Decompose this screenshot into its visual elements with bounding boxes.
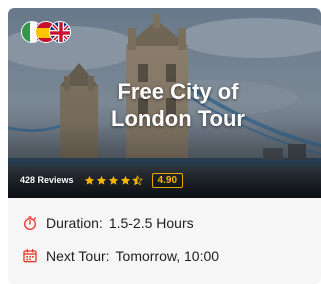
tour-title[interactable]: Free City of London Tour	[68, 78, 288, 132]
uk-flag-icon	[49, 21, 71, 43]
tour-title-line1: Free City of	[117, 79, 239, 104]
duration-label: Duration:	[46, 215, 103, 231]
duration-value: 1.5-2.5 Hours	[108, 215, 194, 231]
next-tour-label: Next Tour:	[46, 248, 110, 264]
calendar-icon	[23, 249, 37, 263]
tour-card[interactable]: Free City of London Tour 428 Reviews 4.9…	[8, 8, 321, 284]
hero-image[interactable]: Free City of London Tour 428 Reviews 4.9…	[8, 8, 321, 198]
tour-title-line2: London Tour	[111, 106, 245, 131]
star-icon	[120, 175, 130, 185]
rating-score-badge: 4.90	[151, 172, 184, 188]
rating-row: 428 Reviews 4.90	[20, 171, 184, 189]
duration-row: Duration: 1.5-2.5 Hours	[22, 213, 194, 233]
next-tour-row: Next Tour: Tomorrow, 10:00	[22, 246, 219, 266]
star-icon	[84, 175, 94, 185]
next-tour-value: Tomorrow, 10:00	[115, 248, 220, 264]
language-flags	[21, 21, 81, 43]
star-icon	[108, 175, 118, 185]
star-half-icon	[131, 174, 143, 185]
star-icon	[96, 175, 106, 185]
reviews-count[interactable]: 428 Reviews	[20, 175, 74, 185]
stopwatch-icon	[24, 216, 36, 230]
star-rating	[84, 174, 144, 186]
